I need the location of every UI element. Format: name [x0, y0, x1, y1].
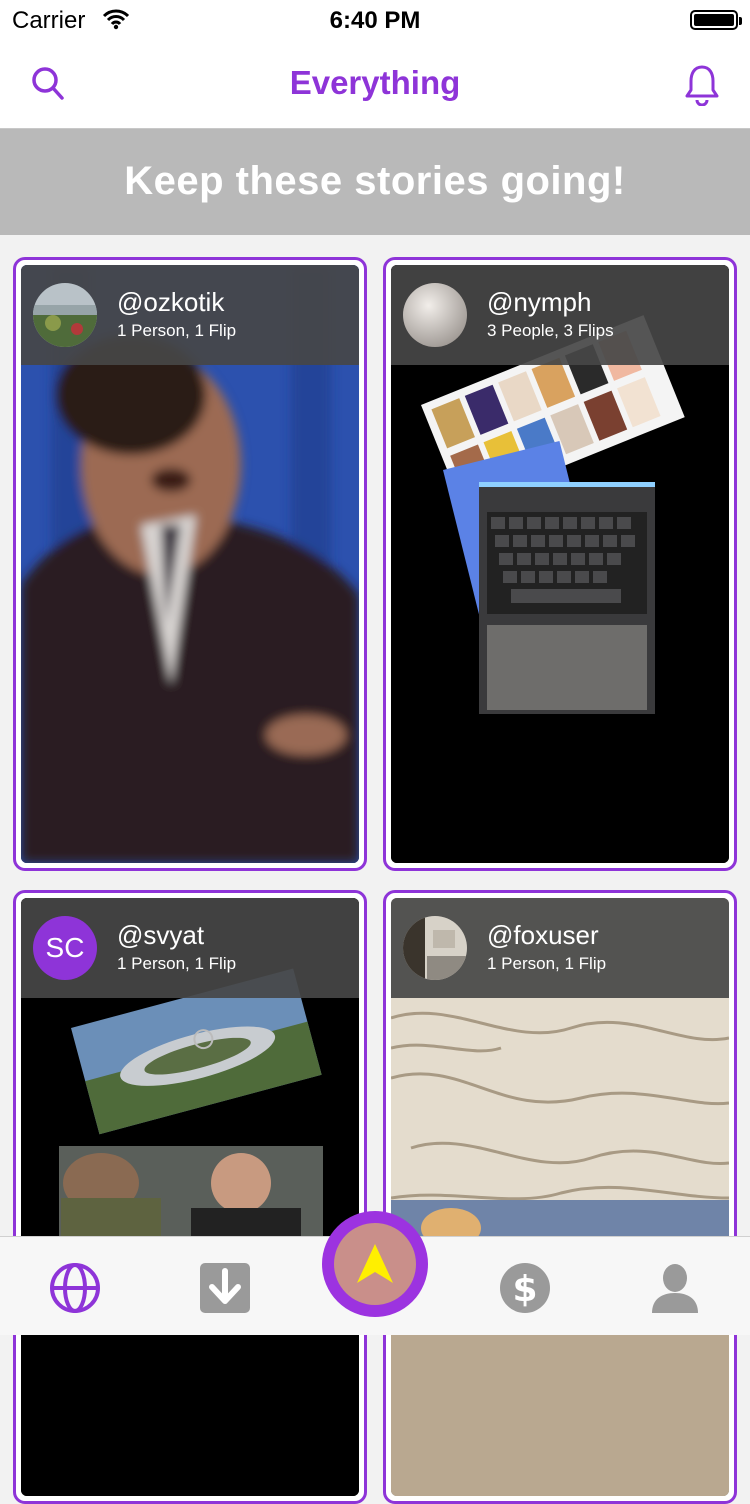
create-arrow-icon — [357, 1244, 393, 1283]
svg-text:$: $ — [512, 1269, 537, 1310]
banner-text: Keep these stories going! — [124, 159, 626, 203]
username[interactable]: @svyat — [117, 920, 204, 951]
story-card[interactable]: @nymph 3 People, 3 Flips — [383, 257, 737, 871]
story-card[interactable]: @ozkotik 1 Person, 1 Flip — [13, 257, 367, 871]
card-header: @ozkotik 1 Person, 1 Flip — [21, 265, 359, 365]
create-story-button[interactable] — [322, 1211, 428, 1317]
card-header: SC @svyat 1 Person, 1 Flip — [21, 898, 359, 998]
avatar[interactable] — [33, 283, 97, 347]
avatar[interactable]: SC — [33, 916, 97, 980]
profile-icon[interactable] — [648, 1261, 702, 1315]
globe-icon[interactable] — [48, 1261, 102, 1315]
username[interactable]: @nymph — [487, 287, 591, 318]
username[interactable]: @ozkotik — [117, 287, 224, 318]
battery-icon — [690, 10, 742, 30]
card-header: @nymph 3 People, 3 Flips — [391, 265, 729, 365]
username[interactable]: @foxuser — [487, 920, 599, 951]
story-card[interactable]: @foxuser 1 Person, 1 Flip — [383, 890, 737, 1504]
story-meta: 1 Person, 1 Flip — [117, 954, 237, 973]
story-card[interactable]: SC @svyat 1 Person, 1 Flip — [13, 890, 367, 1504]
avatar[interactable] — [403, 916, 467, 980]
dollar-icon[interactable]: $ — [498, 1261, 552, 1315]
story-meta: 1 Person, 1 Flip — [487, 954, 607, 973]
stories-banner: Keep these stories going! — [0, 129, 750, 235]
card-header: @foxuser 1 Person, 1 Flip — [391, 898, 729, 998]
status-bar: Carrier 6:40 PM — [0, 0, 750, 40]
download-icon[interactable] — [198, 1261, 252, 1315]
clock: 6:40 PM — [329, 7, 421, 34]
avatar[interactable] — [403, 283, 467, 347]
page-title: Everything — [289, 64, 461, 101]
navigation-bar: Everything — [0, 40, 750, 129]
bell-icon[interactable] — [682, 62, 722, 106]
story-meta: 1 Person, 1 Flip — [117, 321, 237, 340]
story-meta: 3 People, 3 Flips — [487, 321, 614, 340]
